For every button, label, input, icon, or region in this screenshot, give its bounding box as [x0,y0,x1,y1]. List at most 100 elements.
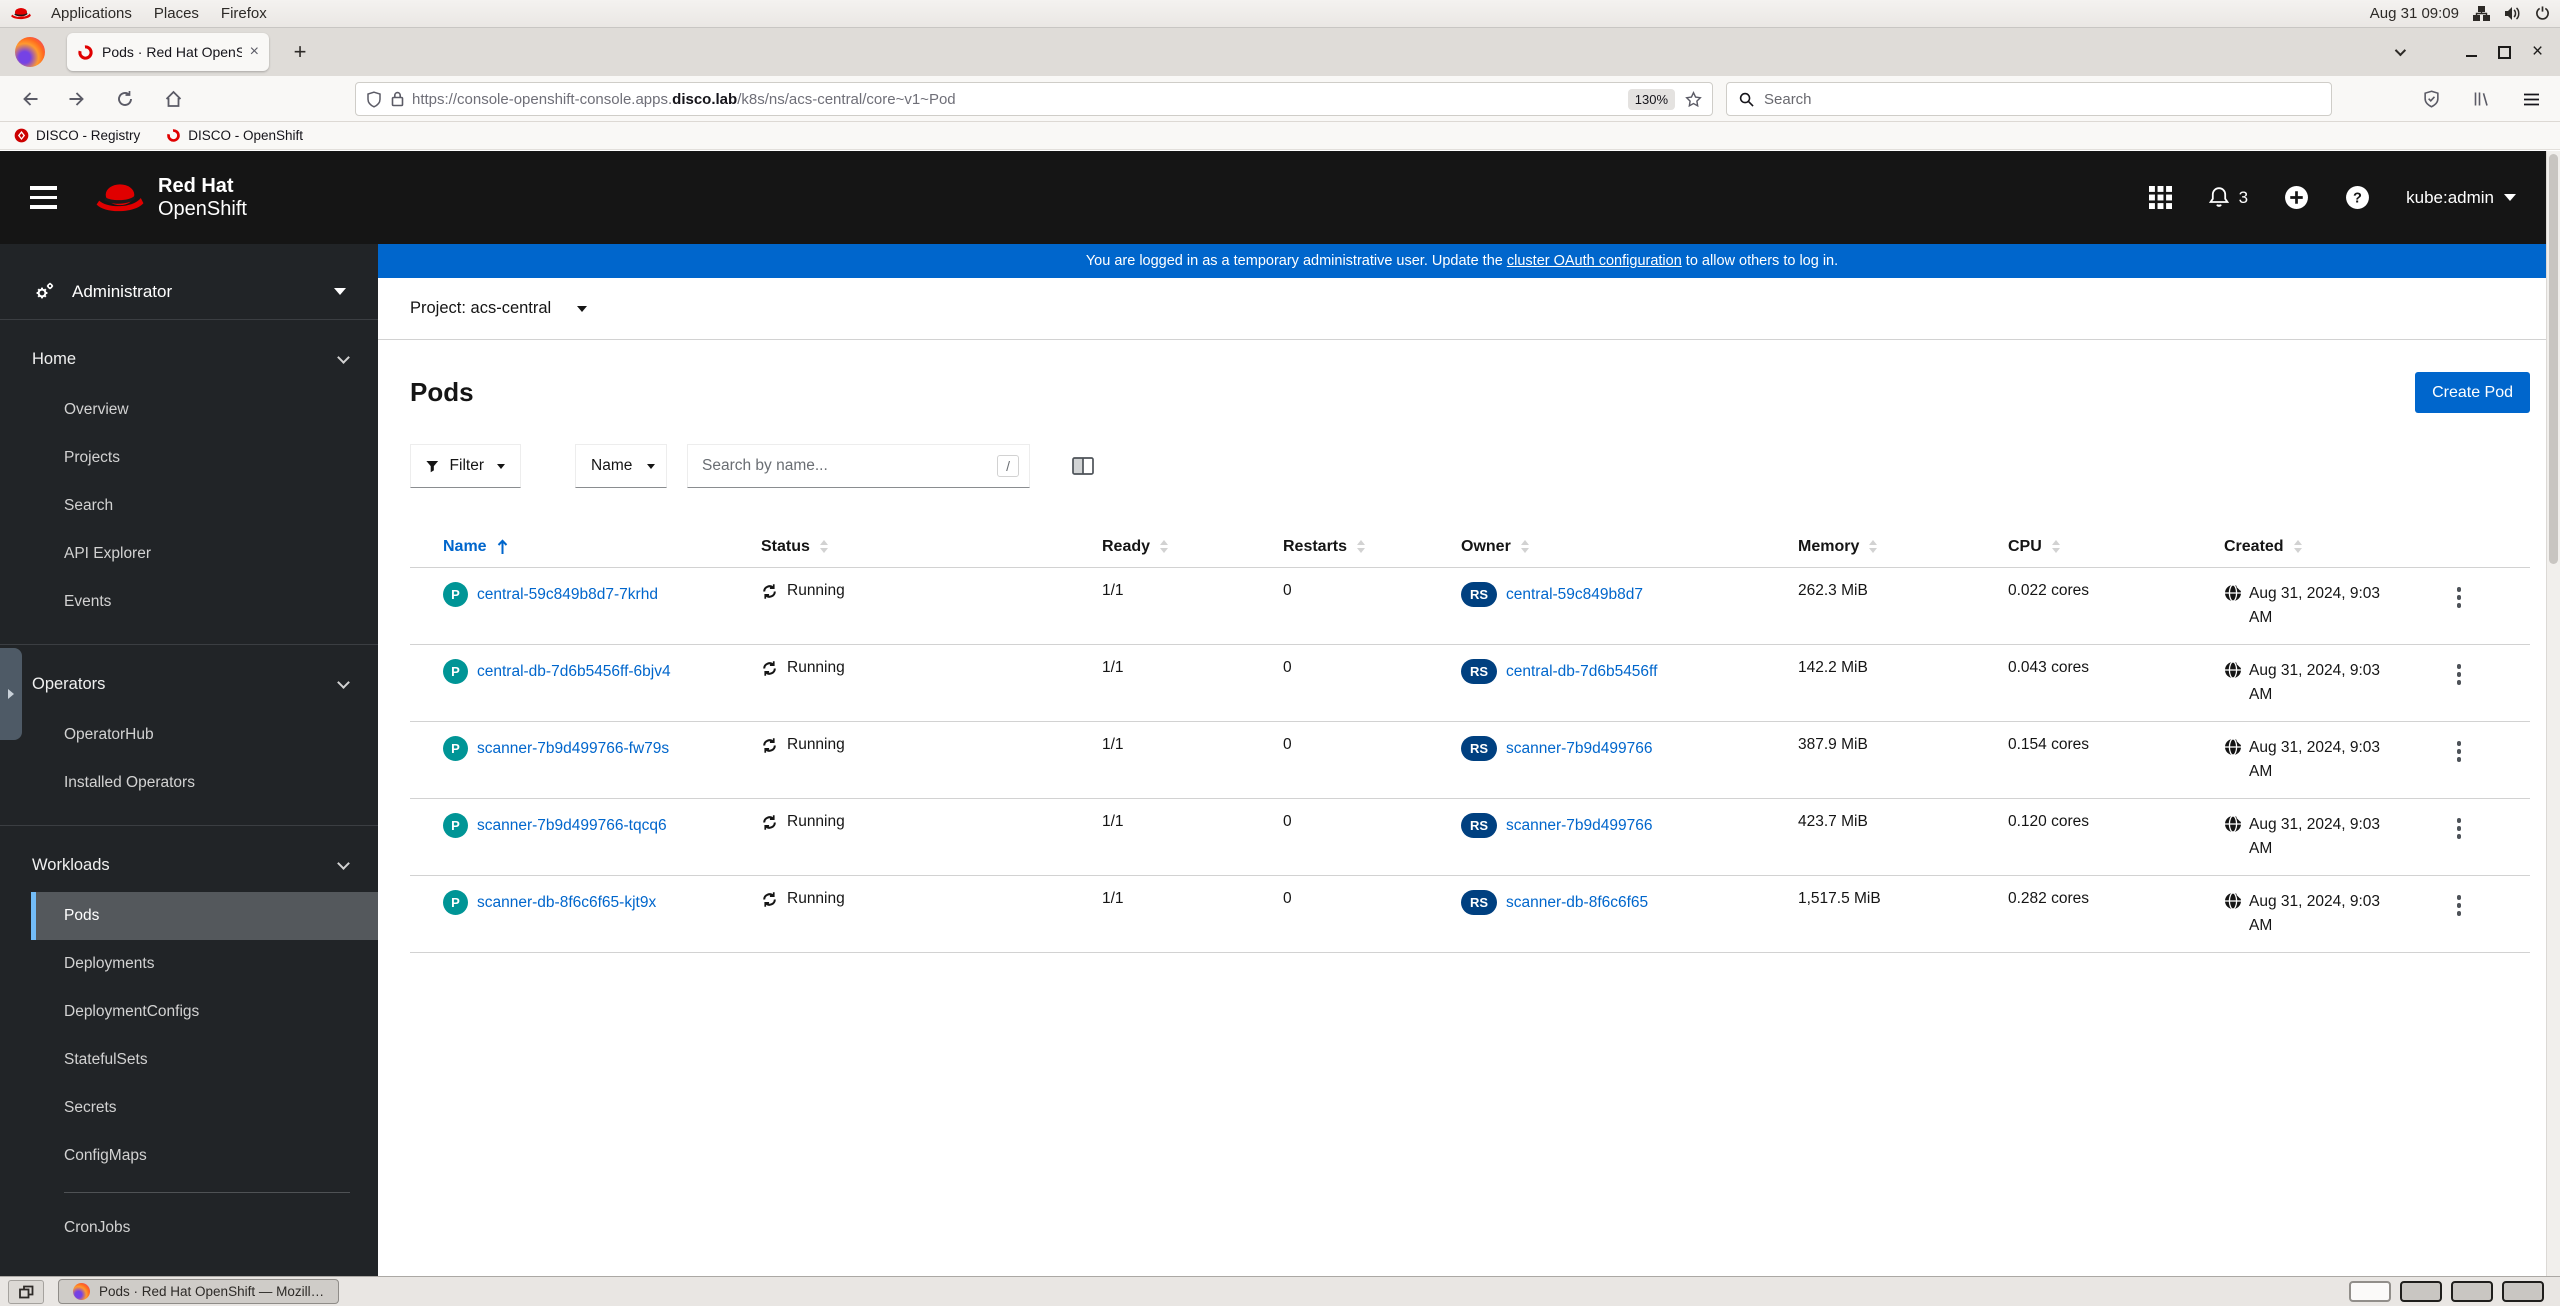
tab-close-button[interactable]: × [250,43,259,61]
column-header-cpu[interactable]: CPU [2008,538,2224,556]
sort-toggle-icon [1869,540,1878,553]
forward-button[interactable] [60,82,94,116]
column-header-status[interactable]: Status [761,538,1102,556]
owner-link[interactable]: scanner-db-8f6c6f65 [1506,894,1648,912]
new-tab-button[interactable]: + [283,35,317,69]
window-maximize-button[interactable] [2488,37,2521,67]
protections-shield-icon[interactable] [2414,82,2448,116]
bookmark-disco-registry[interactable]: DISCO - Registry [14,128,140,143]
sidebar-item-events[interactable]: Events [31,578,378,626]
name-filter-dropdown[interactable]: Name [575,444,667,488]
sidebar-item-pods[interactable]: Pods [31,892,378,940]
search-input[interactable] [702,457,998,475]
manage-columns-icon[interactable] [1066,449,1100,483]
login-warning-banner: You are logged in as a temporary adminis… [378,244,2546,278]
ready-cell: 1/1 [1102,659,1124,676]
back-button[interactable] [12,82,46,116]
workspace-2[interactable] [2400,1281,2442,1302]
network-icon[interactable] [2473,6,2490,21]
window-minimize-button[interactable] [2455,37,2488,67]
reload-button[interactable] [108,82,142,116]
pod-link[interactable]: central-59c849b8d7-7krhd [477,586,658,604]
row-kebab-menu[interactable] [2446,582,2472,608]
clock[interactable]: Aug 31 09:09 [2370,5,2459,22]
volume-icon[interactable] [2504,6,2521,21]
owner-link[interactable]: scanner-7b9d499766 [1506,740,1653,758]
import-plus-icon[interactable] [2284,185,2309,210]
sidebar-item-overview[interactable]: Overview [31,386,378,434]
workspace-4[interactable] [2502,1281,2544,1302]
sidebar-item-deploymentconfigs[interactable]: DeploymentConfigs [31,988,378,1036]
column-header-created[interactable]: Created [2224,538,2446,556]
gnome-top-bar: Applications Places Firefox Aug 31 09:09 [0,0,2560,28]
pod-link[interactable]: scanner-db-8f6c6f65-kjt9x [477,894,656,912]
owner-link[interactable]: scanner-7b9d499766 [1506,817,1653,835]
sidebar-item-installed-operators[interactable]: Installed Operators [31,759,378,807]
replicaset-badge: RS [1461,659,1497,684]
nav-section-toggle[interactable]: Workloads [0,838,378,892]
sidebar-item-deployments[interactable]: Deployments [31,940,378,988]
scrollbar-thumb[interactable] [2549,154,2558,564]
zoom-level-badge[interactable]: 130% [1627,88,1675,110]
vertical-scrollbar[interactable] [2546,151,2560,1276]
window-close-button[interactable]: × [2521,37,2554,67]
sidebar-item-secrets[interactable]: Secrets [31,1084,378,1132]
sidebar-item-statefulsets[interactable]: StatefulSets [31,1036,378,1084]
home-button[interactable] [156,82,190,116]
sidebar-item-operatorhub[interactable]: OperatorHub [31,711,378,759]
pod-link[interactable]: central-db-7d6b5456ff-6bjv4 [477,663,671,681]
owner-link[interactable]: central-db-7d6b5456ff [1506,663,1657,681]
bookmark-star-icon[interactable] [1685,90,1702,108]
sidebar-item-cronjobs[interactable]: CronJobs [31,1192,378,1252]
column-header-restarts[interactable]: Restarts [1283,538,1461,556]
library-icon[interactable] [2464,82,2498,116]
sidebar-item-api-explorer[interactable]: API Explorer [31,530,378,578]
browser-tab[interactable]: Pods · Red Hat OpenShift × [67,33,269,71]
list-all-tabs-button[interactable] [2394,43,2407,61]
row-kebab-menu[interactable] [2446,736,2472,762]
notifications-bell-icon[interactable]: 3 [2208,186,2248,209]
row-kebab-menu[interactable] [2446,890,2472,916]
sidebar-item-projects[interactable]: Projects [31,434,378,482]
search-icon [1739,92,1754,107]
gnome-menu-applications[interactable]: Applications [40,0,143,27]
nav-toggle-hamburger-icon[interactable] [30,186,70,209]
tracking-shield-icon[interactable] [366,90,382,108]
pod-link[interactable]: scanner-7b9d499766-tqcq6 [477,817,667,835]
column-header-owner[interactable]: Owner [1461,538,1798,556]
filter-dropdown[interactable]: Filter [410,444,521,488]
pod-link[interactable]: scanner-7b9d499766-fw79s [477,740,669,758]
oauth-config-link[interactable]: cluster OAuth configuration [1507,253,1682,269]
sidebar-item-search[interactable]: Search [31,482,378,530]
lock-icon[interactable] [391,91,404,107]
column-header-memory[interactable]: Memory [1798,538,2008,556]
project-selector[interactable]: Project: acs-central [410,299,588,318]
bookmark-disco-openshift[interactable]: DISCO - OpenShift [166,128,303,143]
sidebar-item-configmaps[interactable]: ConfigMaps [31,1132,378,1180]
taskbar-window-button[interactable]: Pods · Red Hat OpenShift — Mozill… [58,1279,340,1304]
nav-section-toggle[interactable]: Operators [0,657,378,711]
table-row: P scanner-db-8f6c6f65-kjt9x Running 1/1 … [410,876,2530,953]
owner-link[interactable]: central-59c849b8d7 [1506,586,1643,604]
workspace-1[interactable] [2349,1281,2391,1302]
row-kebab-menu[interactable] [2446,659,2472,685]
nav-section-toggle[interactable]: Home [0,332,378,386]
column-header-ready[interactable]: Ready [1102,538,1283,556]
workspace-3[interactable] [2451,1281,2493,1302]
power-icon[interactable] [2535,6,2550,21]
perspective-switcher[interactable]: Administrator [0,264,378,320]
gnome-menu-places[interactable]: Places [143,0,210,27]
url-bar[interactable]: https://console-openshift-console.apps.d… [355,82,1713,116]
row-kebab-menu[interactable] [2446,813,2472,839]
browser-search-bar[interactable]: Search [1726,82,2332,116]
column-header-name[interactable]: Name [443,538,761,556]
hamburger-menu-icon[interactable] [2514,82,2548,116]
user-menu[interactable]: kube:admin [2406,188,2516,208]
app-launcher-grid-icon[interactable] [2148,186,2172,209]
search-by-name-field[interactable]: / [687,444,1030,488]
gnome-menu-firefox[interactable]: Firefox [210,0,278,27]
help-icon[interactable]: ? [2345,185,2370,210]
show-windows-icon[interactable] [8,1279,44,1304]
create-pod-button[interactable]: Create Pod [2415,372,2530,413]
viewer-side-handle[interactable] [0,648,22,740]
